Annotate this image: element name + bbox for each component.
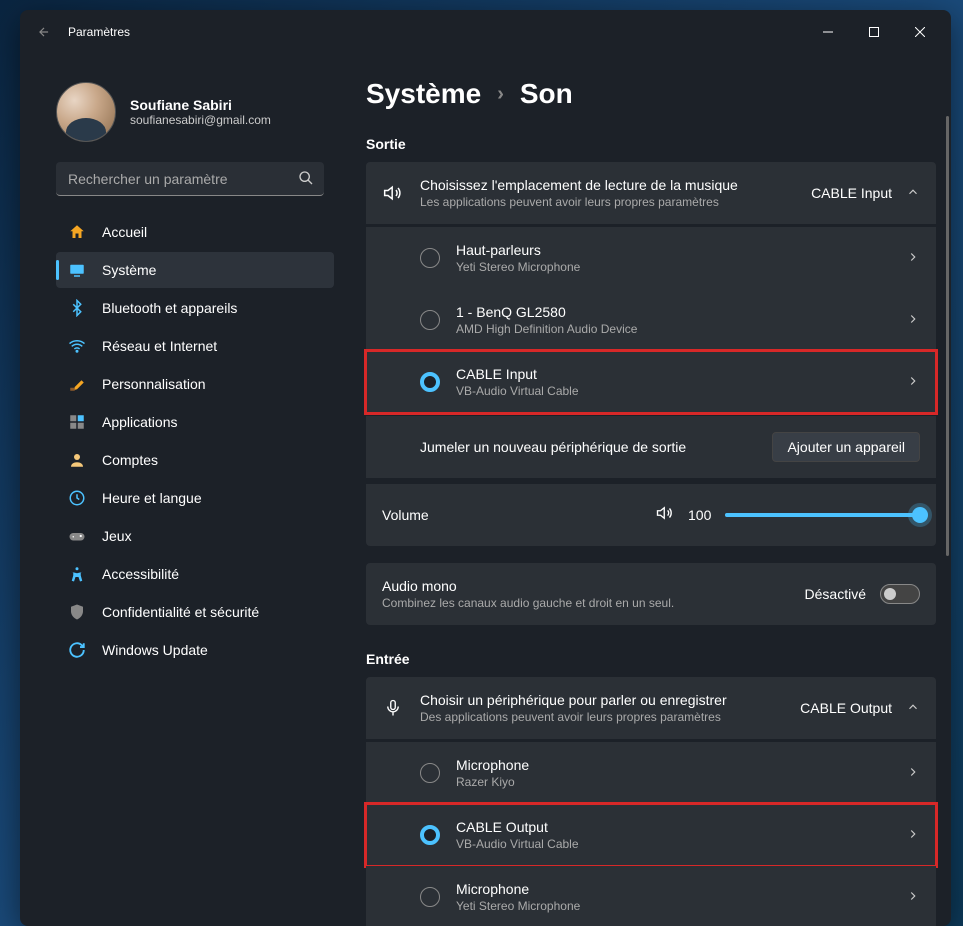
chevron-up-icon	[906, 185, 920, 202]
input-device-row[interactable]: Microphone Razer Kiyo	[366, 742, 936, 804]
radio-button[interactable]	[420, 248, 440, 268]
pair-output-row: Jumeler un nouveau périphérique de sorti…	[366, 416, 936, 478]
nav-item-person[interactable]: Comptes	[56, 442, 334, 478]
nav-item-bluetooth[interactable]: Bluetooth et appareils	[56, 290, 334, 326]
output-selected-value: CABLE Input	[811, 185, 892, 201]
time-icon	[68, 489, 86, 507]
radio-button[interactable]	[420, 310, 440, 330]
chevron-right-icon: ›	[497, 83, 504, 106]
chevron-right-icon	[906, 250, 920, 267]
chevron-right-icon	[906, 765, 920, 782]
bluetooth-icon	[68, 299, 86, 317]
titlebar: Paramètres	[20, 10, 951, 54]
volume-mute-icon[interactable]	[656, 504, 674, 527]
breadcrumb-parent[interactable]: Système	[366, 78, 481, 110]
radio-button[interactable]	[420, 887, 440, 907]
chevron-up-icon	[906, 700, 920, 717]
profile-email: soufianesabiri@gmail.com	[130, 113, 271, 127]
search-input[interactable]	[56, 162, 324, 196]
maximize-button[interactable]	[851, 16, 897, 48]
volume-card: Volume 100	[366, 484, 936, 546]
nav-item-update[interactable]: Windows Update	[56, 632, 334, 668]
output-device-row[interactable]: 1 - BenQ GL2580 AMD High Definition Audi…	[366, 289, 936, 351]
nav-item-home[interactable]: Accueil	[56, 214, 334, 250]
input-device-row[interactable]: CABLE Output VB-Audio Virtual Cable	[366, 804, 936, 866]
close-button[interactable]	[897, 16, 943, 48]
shield-icon	[68, 603, 86, 621]
accessibility-icon	[68, 565, 86, 583]
profile-name: Soufiane Sabiri	[130, 97, 271, 113]
output-device-row[interactable]: Haut-parleurs Yeti Stereo Microphone	[366, 227, 936, 289]
nav-item-label: Accessibilité	[102, 566, 179, 582]
brush-icon	[68, 375, 86, 393]
nav-item-apps[interactable]: Applications	[56, 404, 334, 440]
nav-item-label: Comptes	[102, 452, 158, 468]
output-device-row[interactable]: CABLE Input VB-Audio Virtual Cable	[366, 351, 936, 413]
radio-button[interactable]	[420, 825, 440, 845]
microphone-icon	[382, 699, 404, 717]
mono-toggle[interactable]	[880, 584, 920, 604]
chevron-right-icon	[906, 827, 920, 844]
volume-slider[interactable]	[725, 513, 920, 517]
nav-item-accessibility[interactable]: Accessibilité	[56, 556, 334, 592]
radio-button[interactable]	[420, 763, 440, 783]
chevron-right-icon	[906, 889, 920, 906]
input-selected-value: CABLE Output	[800, 700, 892, 716]
update-icon	[68, 641, 86, 659]
main: Système › Son Sortie Choisissez l'emplac…	[340, 54, 951, 926]
breadcrumb-current: Son	[520, 78, 573, 110]
wifi-icon	[68, 337, 86, 355]
nav: Accueil Système Bluetooth et appareils Rése…	[20, 214, 340, 668]
output-header-card[interactable]: Choisissez l'emplacement de lecture de l…	[366, 162, 936, 224]
input-header-card[interactable]: Choisir un périphérique pour parler ou e…	[366, 677, 936, 739]
nav-item-label: Bluetooth et appareils	[102, 300, 237, 316]
nav-item-label: Réseau et Internet	[102, 338, 217, 354]
gamepad-icon	[68, 527, 86, 545]
sidebar: Soufiane Sabiri soufianesabiri@gmail.com…	[20, 54, 340, 926]
nav-item-time[interactable]: Heure et langue	[56, 480, 334, 516]
radio-button[interactable]	[420, 372, 440, 392]
chevron-right-icon	[906, 312, 920, 329]
nav-item-label: Système	[102, 262, 156, 278]
scrollbar[interactable]	[946, 116, 949, 556]
nav-item-label: Applications	[102, 414, 178, 430]
nav-item-label: Accueil	[102, 224, 147, 240]
nav-item-label: Windows Update	[102, 642, 208, 658]
nav-item-shield[interactable]: Confidentialité et sécurité	[56, 594, 334, 630]
nav-item-brush[interactable]: Personnalisation	[56, 366, 334, 402]
section-input-title: Entrée	[366, 651, 943, 667]
nav-item-gamepad[interactable]: Jeux	[56, 518, 334, 554]
minimize-button[interactable]	[805, 16, 851, 48]
profile[interactable]: Soufiane Sabiri soufianesabiri@gmail.com	[20, 62, 340, 162]
mono-card[interactable]: Audio mono Combinez les canaux audio gau…	[366, 563, 936, 625]
search-icon	[298, 170, 314, 191]
chevron-right-icon	[906, 374, 920, 391]
breadcrumb: Système › Son	[366, 62, 943, 118]
nav-item-label: Heure et langue	[102, 490, 202, 506]
settings-window: Paramètres Soufiane Sabiri soufianesabir…	[20, 10, 951, 926]
nav-item-system[interactable]: Système	[56, 252, 334, 288]
nav-item-label: Jeux	[102, 528, 132, 544]
back-button[interactable]	[28, 16, 60, 48]
search	[56, 162, 324, 196]
nav-item-wifi[interactable]: Réseau et Internet	[56, 328, 334, 364]
section-output-title: Sortie	[366, 136, 943, 152]
person-icon	[68, 451, 86, 469]
add-output-device-button[interactable]: Ajouter un appareil	[772, 432, 920, 462]
speaker-icon	[382, 183, 404, 203]
nav-item-label: Personnalisation	[102, 376, 206, 392]
home-icon	[68, 223, 86, 241]
window-title: Paramètres	[68, 25, 130, 39]
nav-item-label: Confidentialité et sécurité	[102, 604, 259, 620]
volume-value: 100	[688, 507, 711, 523]
input-device-row[interactable]: Microphone Yeti Stereo Microphone	[366, 866, 936, 926]
avatar	[56, 82, 116, 142]
system-icon	[68, 261, 86, 279]
apps-icon	[68, 413, 86, 431]
